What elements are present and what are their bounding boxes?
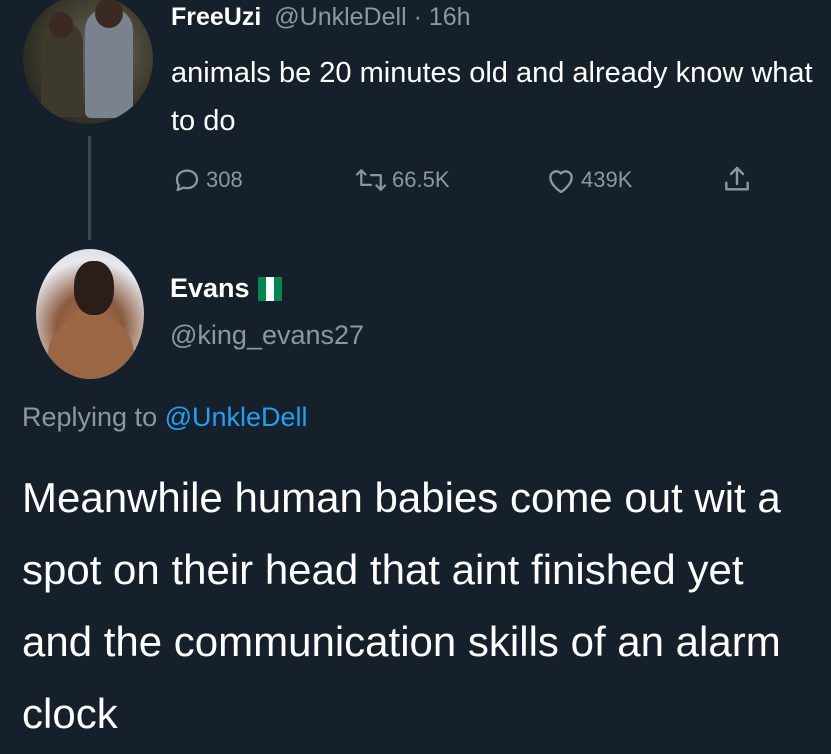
comment-icon (172, 165, 202, 195)
separator: · (406, 3, 429, 31)
avatar-photo-head (49, 12, 73, 38)
display-name-row: Evans (170, 273, 282, 304)
tweet-text: Meanwhile human babies come out wit a sp… (22, 474, 781, 737)
retweet-button[interactable]: 66.5K (354, 160, 450, 200)
timestamp[interactable]: 16h (429, 3, 471, 31)
reply-count: 308 (206, 167, 243, 192)
handle[interactable]: @UnkleDell (274, 3, 406, 31)
like-button[interactable]: 439K (545, 160, 632, 200)
replying-to: Replying to @UnkleDell (22, 402, 308, 433)
retweet-icon (354, 165, 388, 195)
tweet-text: animals be 20 minutes old and already kn… (171, 57, 813, 137)
thread-connector-line (88, 136, 91, 240)
avatar[interactable] (23, 0, 153, 124)
avatar-photo-body (48, 315, 134, 379)
share-icon (721, 164, 753, 196)
display-name[interactable]: FreeUzi (171, 3, 261, 31)
tweet-actions: 308 66.5K 439K (0, 160, 831, 200)
heart-icon (545, 165, 577, 195)
avatar[interactable] (36, 249, 144, 379)
handle[interactable]: @king_evans27 (170, 320, 364, 351)
avatar-photo-head (74, 261, 114, 315)
nigeria-flag-icon (257, 276, 282, 301)
display-name[interactable]: Evans (170, 273, 250, 304)
replying-prefix: Replying to (22, 402, 165, 432)
replying-handle-link[interactable]: @UnkleDell (165, 402, 308, 432)
reply-button[interactable]: 308 (172, 160, 243, 200)
like-count: 439K (581, 167, 633, 192)
retweet-count: 66.5K (392, 167, 450, 192)
share-button[interactable] (721, 160, 753, 200)
tweet-header: FreeUzi @UnkleDell · 16h (171, 0, 471, 34)
